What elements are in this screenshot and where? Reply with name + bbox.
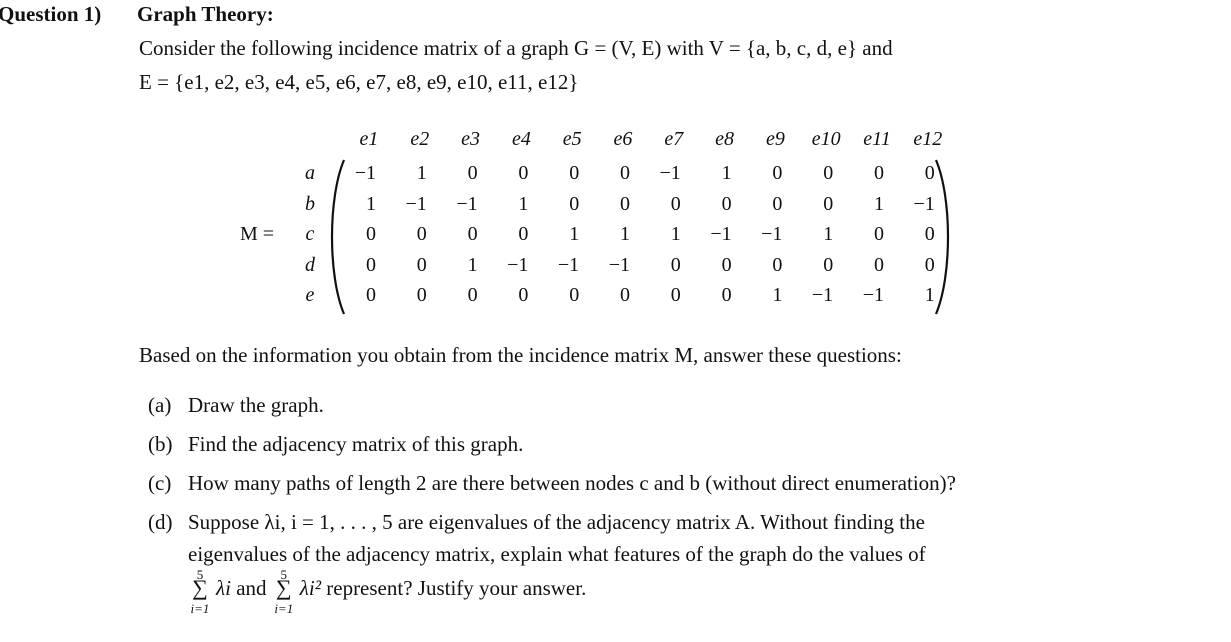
- matrix-cell: 0: [569, 192, 580, 215]
- matrix-cell: 0: [924, 223, 935, 245]
- column-header: e5: [562, 128, 582, 150]
- column-header: e3: [461, 128, 481, 150]
- matrix-cell: 0: [416, 284, 427, 306]
- row-header: b: [305, 192, 315, 215]
- matrix-cell: −1: [913, 192, 935, 215]
- matrix-cell: 0: [467, 284, 478, 306]
- question-d-line-3: 5 ∑ i=1 λi and 5 ∑ i=1 λi² represent? Ju…: [188, 567, 587, 635]
- matrix-cell: −1: [761, 223, 783, 245]
- column-header: e10: [811, 128, 841, 150]
- matrix-cell: 0: [823, 192, 834, 215]
- summation-2: 5 ∑ i=1: [274, 567, 294, 616]
- matrix-cell: 1: [874, 192, 884, 215]
- matrix-cell: 1: [823, 223, 834, 245]
- matrix-cell: −1: [710, 223, 732, 245]
- intro-line-1: Consider the following incidence matrix …: [139, 36, 893, 60]
- matrix-cell: 1: [772, 284, 783, 306]
- matrix-cell: 1: [620, 223, 630, 245]
- matrix-cell: 1: [924, 284, 935, 306]
- matrix-cell: −1: [608, 253, 630, 276]
- matrix-cell: 1: [366, 192, 376, 215]
- matrix-cell: −1: [456, 192, 478, 215]
- column-header: e4: [511, 128, 531, 150]
- question-label: (a): [148, 393, 172, 417]
- intro-line-2: E = {e1, e2, e3, e4, e5, e6, e7, e8, e9,…: [139, 70, 579, 94]
- matrix-cell: 0: [366, 284, 376, 306]
- matrix-cell: 1: [518, 192, 529, 215]
- column-header: e2: [410, 128, 430, 150]
- matrix-cell: −1: [659, 162, 681, 184]
- column-header: e8: [715, 128, 735, 150]
- instruction-text: Based on the information you obtain from…: [139, 343, 902, 367]
- matrix-cell: 1: [670, 223, 681, 245]
- matrix-cell: −1: [811, 284, 834, 306]
- matrix-cell: 0: [569, 284, 580, 306]
- matrix-cell: −1: [507, 253, 529, 276]
- matrix-cell: −1: [557, 253, 580, 276]
- question-title: Graph Theory:: [137, 2, 274, 26]
- matrix-cell: 0: [366, 253, 376, 276]
- matrix-cell: 0: [772, 162, 783, 184]
- matrix-cell: 0: [823, 253, 834, 276]
- matrix-cell: 0: [416, 253, 427, 276]
- matrix-cell: −1: [405, 192, 427, 215]
- row-header: d: [305, 253, 315, 276]
- question-heading: Question 1) Graph Theory:: [0, 2, 274, 27]
- matrix-cell: 0: [924, 162, 935, 184]
- matrix-cell: 0: [823, 162, 834, 184]
- summation-1: 5 ∑ i=1: [190, 567, 210, 616]
- question-text: Draw the graph.: [188, 393, 324, 417]
- question-label: (b): [148, 432, 173, 456]
- matrix-cell: 0: [721, 253, 732, 276]
- row-header: e: [305, 284, 315, 306]
- matrix-cell: 0: [366, 223, 376, 245]
- matrix-cell: 0: [620, 192, 630, 215]
- matrix-cell: −1: [354, 162, 376, 184]
- column-header: e1: [359, 128, 379, 150]
- incidence-matrix: M = e1 e2 e3 e4 e5 e6 e7 e8 e9 e10 e11 e12 a −1 1 0 0 0 0−…: [240, 128, 960, 318]
- matrix-cell: 0: [518, 162, 529, 184]
- matrix-cell: 0: [721, 284, 732, 306]
- question-text: How many paths of length 2 are there bet…: [188, 471, 956, 495]
- matrix-cell: 0: [467, 223, 478, 245]
- matrix-cell: 0: [620, 284, 630, 306]
- question-label: (c): [148, 471, 172, 495]
- right-parenthesis: [934, 159, 950, 315]
- matrix-cell: 0: [772, 253, 783, 276]
- matrix-cell: 0: [670, 192, 681, 215]
- question-label: (d): [148, 510, 173, 534]
- matrix-cell: 0: [772, 192, 783, 215]
- matrix-cell: −1: [862, 284, 884, 306]
- matrix-name: M =: [240, 223, 275, 245]
- matrix-cell: 0: [721, 192, 732, 215]
- row-header: c: [305, 223, 315, 245]
- matrix-cell: 1: [569, 223, 580, 245]
- matrix-cell: 0: [874, 162, 884, 184]
- column-header: e12: [913, 128, 943, 150]
- matrix-cell: 1: [416, 162, 427, 184]
- matrix-cell: 1: [721, 162, 732, 184]
- question-number: Question 1): [0, 2, 102, 26]
- matrix-cell: 0: [620, 162, 630, 184]
- matrix-cell: 0: [569, 162, 580, 184]
- matrix-cell: 0: [467, 162, 478, 184]
- row-header: a: [305, 162, 315, 184]
- matrix-cell: 1: [467, 253, 478, 276]
- column-header: e6: [613, 128, 633, 150]
- column-header: e9: [765, 128, 785, 150]
- matrix-cell: 0: [416, 223, 427, 245]
- matrix-cell: 0: [924, 253, 935, 276]
- matrix-cell: 0: [670, 253, 681, 276]
- question-d-line-2: eigenvalues of the adjacency matrix, exp…: [188, 542, 926, 566]
- matrix-cell: 0: [670, 284, 681, 306]
- matrix-cell: 0: [874, 223, 884, 245]
- question-text: Suppose λi, i = 1, . . . , 5 are eigenva…: [188, 510, 925, 534]
- matrix-cell: 0: [874, 253, 884, 276]
- column-header: e7: [664, 128, 684, 150]
- matrix-cell: 0: [518, 284, 529, 306]
- question-text: Find the adjacency matrix of this graph.: [188, 432, 524, 456]
- column-header: e11: [863, 128, 891, 150]
- matrix-cell: 0: [518, 223, 529, 245]
